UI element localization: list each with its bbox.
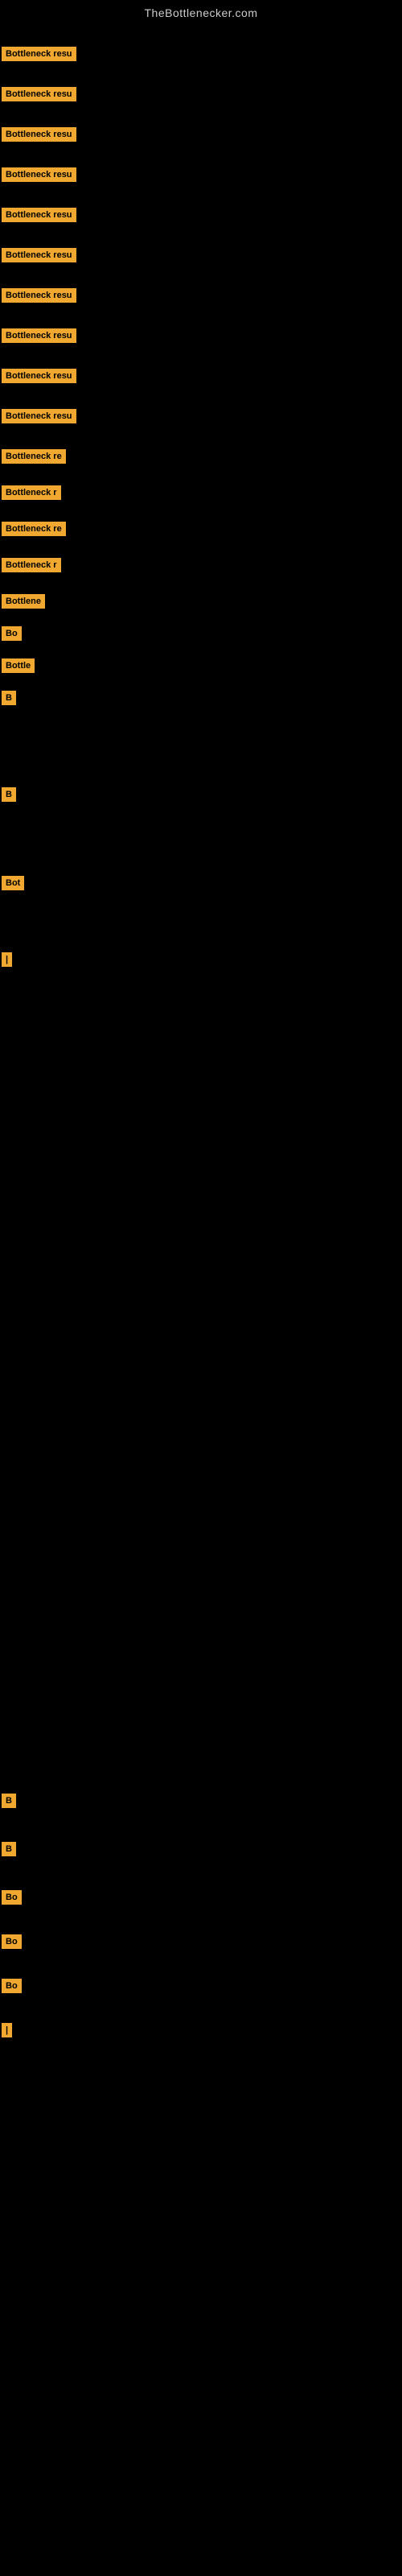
bottleneck-item: B — [2, 787, 16, 806]
bottleneck-badge: Bot — [2, 876, 24, 890]
bottleneck-badge: Bottleneck r — [2, 558, 61, 572]
bottleneck-item: B — [2, 1842, 16, 1860]
bottleneck-badge: B — [2, 1842, 16, 1856]
bottleneck-badge: Bottleneck resu — [2, 288, 76, 303]
bottleneck-badge: Bottlene — [2, 594, 45, 609]
bottleneck-item: Bottleneck resu — [2, 409, 76, 427]
bottleneck-item: Bottleneck re — [2, 522, 66, 540]
bottleneck-badge: Bottleneck resu — [2, 47, 76, 61]
bottleneck-item: Bottleneck resu — [2, 47, 76, 65]
bottleneck-item: Bottleneck resu — [2, 248, 76, 266]
bottleneck-item: Bottleneck resu — [2, 87, 76, 105]
bottleneck-item: B — [2, 691, 16, 709]
bottleneck-item: Bottleneck r — [2, 485, 61, 504]
bottleneck-badge: Bottleneck re — [2, 449, 66, 464]
bottleneck-badge: Bottleneck r — [2, 485, 61, 500]
bottleneck-item: B — [2, 1794, 16, 1812]
bottleneck-item: Bo — [2, 1979, 22, 1997]
bottleneck-item: Bottleneck resu — [2, 288, 76, 307]
bottleneck-badge: Bottleneck resu — [2, 328, 76, 343]
bottleneck-badge: B — [2, 787, 16, 802]
bottleneck-item: Bottle — [2, 658, 35, 677]
site-title: TheBottlenecker.com — [0, 0, 402, 23]
bottleneck-badge: Bottleneck resu — [2, 369, 76, 383]
bottleneck-item: Bo — [2, 1890, 22, 1909]
bottleneck-badge: Bo — [2, 1934, 22, 1949]
bottleneck-badge: | — [2, 952, 12, 967]
bottleneck-item: Bot — [2, 876, 24, 894]
bottleneck-badge: B — [2, 691, 16, 705]
bottleneck-item: Bottleneck resu — [2, 208, 76, 226]
bottleneck-item: Bottleneck resu — [2, 167, 76, 186]
bottleneck-badge: Bottleneck resu — [2, 87, 76, 101]
bottleneck-item: Bottleneck re — [2, 449, 66, 468]
bottleneck-badge: Bottleneck resu — [2, 208, 76, 222]
bottleneck-item: Bo — [2, 1934, 22, 1953]
bottleneck-badge: Bottleneck resu — [2, 409, 76, 423]
bottleneck-item: Bottleneck resu — [2, 328, 76, 347]
bottleneck-badge: Bo — [2, 1890, 22, 1905]
bottleneck-badge: Bottleneck resu — [2, 127, 76, 142]
bottleneck-item: Bottleneck r — [2, 558, 61, 576]
bottleneck-item: Bottleneck resu — [2, 369, 76, 387]
bottleneck-item: Bo — [2, 626, 22, 645]
bottleneck-badge: Bottleneck resu — [2, 167, 76, 182]
bottleneck-badge: Bottleneck resu — [2, 248, 76, 262]
items-container: Bottleneck resu Bottleneck resu Bottleneck… — [0, 23, 402, 2558]
bottleneck-item: Bottlene — [2, 594, 45, 613]
bottleneck-badge: B — [2, 1794, 16, 1808]
bottleneck-badge: Bo — [2, 626, 22, 641]
bottleneck-badge: Bo — [2, 1979, 22, 1993]
bottleneck-badge: | — [2, 2023, 12, 2037]
bottleneck-item: | — [2, 952, 12, 971]
bottleneck-item: Bottleneck resu — [2, 127, 76, 146]
bottleneck-badge: Bottleneck re — [2, 522, 66, 536]
bottleneck-badge: Bottle — [2, 658, 35, 673]
bottleneck-item: | — [2, 2023, 12, 2041]
